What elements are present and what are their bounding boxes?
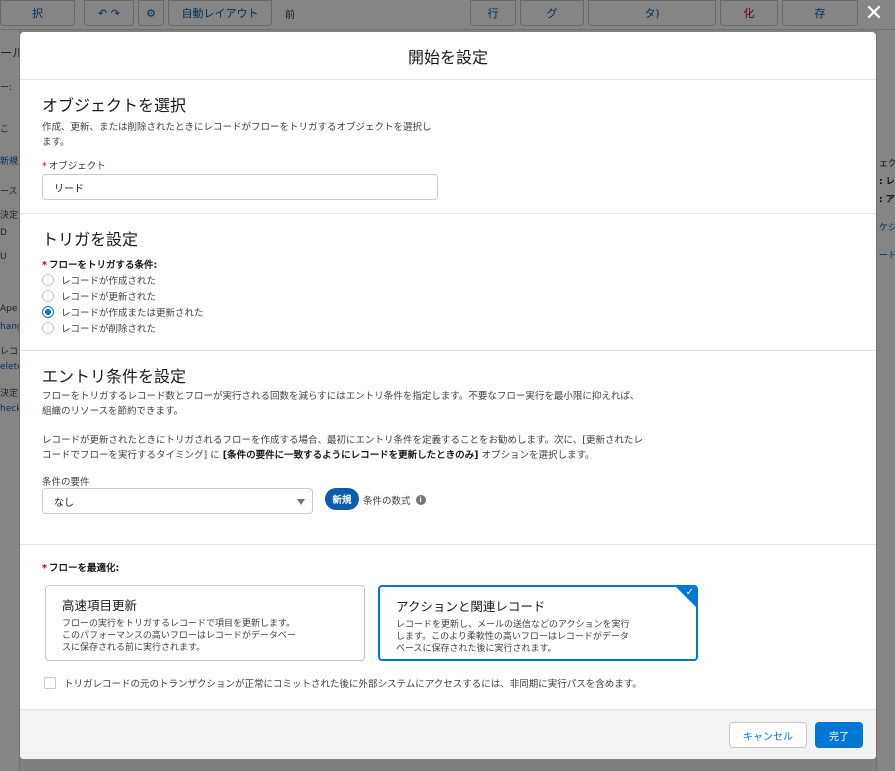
async-path-checkbox-row[interactable]: トリガレコードの元のトランザクションが正常にコミットされた後に外部システムにアク… bbox=[44, 676, 642, 690]
radio-button-checked[interactable] bbox=[42, 306, 54, 318]
entry-section-title: エントリ条件を設定 bbox=[42, 367, 187, 386]
done-button[interactable]: 完了 bbox=[815, 722, 863, 748]
async-path-checkbox[interactable] bbox=[44, 677, 56, 689]
new-badge: 新規 bbox=[325, 488, 359, 510]
entry-description-1: フローをトリガするレコード数とフローが実行される回数を減らすにはエントリ条件を指… bbox=[42, 391, 640, 417]
info-icon[interactable]: i bbox=[415, 495, 426, 505]
fast-field-updates-card[interactable]: 高速項目更新 フローの実行をトリガするレコードで項目を更新します。 このパフォー… bbox=[45, 585, 365, 661]
radio-button[interactable] bbox=[42, 274, 54, 286]
optimize-label: * フローを最適化: bbox=[42, 563, 120, 574]
radio-record-created[interactable]: レコードが作成された bbox=[42, 273, 156, 287]
configure-start-modal: 開始を設定 オブジェクトを選択 作成、更新、または削除されたときにレコードがフロ… bbox=[20, 32, 876, 759]
condition-formula-label: 条件の数式 i bbox=[363, 493, 426, 507]
actions-related-records-card[interactable]: アクションと関連レコード レコードを更新し、メールの送信などのアクションを実行 … bbox=[378, 585, 698, 661]
cancel-button[interactable]: キャンセル bbox=[729, 722, 807, 748]
close-icon[interactable]: ✕ bbox=[863, 3, 885, 25]
radio-button[interactable] bbox=[42, 290, 54, 302]
chevron-down-icon bbox=[297, 499, 305, 505]
condition-requirement-label: 条件の要件 bbox=[42, 477, 90, 488]
radio-record-created-or-updated[interactable]: レコードが作成または更新された bbox=[42, 305, 204, 319]
trigger-condition-label: * フローをトリガする条件: bbox=[42, 260, 158, 271]
radio-button[interactable] bbox=[42, 322, 54, 334]
radio-record-updated[interactable]: レコードが更新された bbox=[42, 289, 156, 303]
modal-footer: キャンセル 完了 bbox=[20, 709, 876, 759]
object-section: オブジェクトを選択 作成、更新、または削除されたときにレコードがフローをトリガす… bbox=[20, 80, 876, 214]
modal-title: 開始を設定 bbox=[20, 32, 876, 80]
optimize-section: * フローを最適化: 高速項目更新 フローの実行をトリガするレコードで項目を更新し… bbox=[20, 545, 876, 709]
object-input[interactable]: リード bbox=[42, 174, 438, 200]
checkmark-icon: ✓ bbox=[685, 587, 694, 598]
trigger-section: トリガを設定 * フローをトリガする条件: レコードが作成された レコードが更新さ… bbox=[20, 214, 876, 351]
entry-conditions-section: エントリ条件を設定 フローをトリガするレコード数とフローが実行される回数を減らす… bbox=[20, 351, 876, 545]
modal-body: オブジェクトを選択 作成、更新、または削除されたときにレコードがフローをトリガす… bbox=[20, 80, 876, 709]
object-field-label: * オブジェクト bbox=[42, 161, 106, 172]
entry-description-2: レコードが更新されたときにトリガされるフローを作成する場合、最初にエントリ条件を… bbox=[42, 435, 643, 461]
condition-requirement-select[interactable]: なし bbox=[42, 488, 313, 514]
trigger-section-title: トリガを設定 bbox=[42, 230, 139, 249]
object-section-description: 作成、更新、または削除されたときにレコードがフローをトリガするオブジェクトを選択… bbox=[42, 122, 432, 148]
radio-record-deleted[interactable]: レコードが削除された bbox=[42, 321, 156, 335]
object-section-title: オブジェクトを選択 bbox=[42, 96, 187, 115]
